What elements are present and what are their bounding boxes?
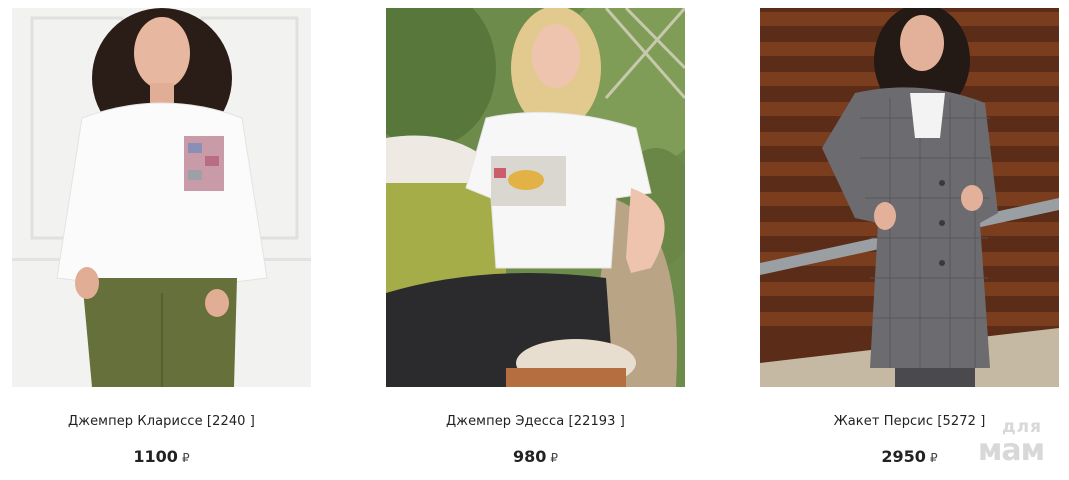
watermark-line-2: мам [977,433,1045,468]
price-value: 980 [512,447,547,466]
product-photo-3 [760,8,1059,387]
ruble-sign: ₽ [181,451,190,465]
price-value: 1100 [133,447,178,466]
product-card[interactable]: Джемпер Клариссе [2240 ] 1100 ₽ [12,8,311,468]
product-title[interactable]: Джемпер Клариссе [2240 ] [12,413,311,431]
watermark-logo: для мам [969,419,1053,466]
product-grid: Джемпер Клариссе [2240 ] 1100 ₽ Джемпер … [0,0,1069,480]
product-title[interactable]: Джемпер Эдесса [22193 ] [386,413,685,431]
product-photo-2 [386,8,685,387]
product-price: 1100 ₽ [12,446,311,468]
ruble-sign: ₽ [550,451,559,465]
product-card[interactable]: Джемпер Эдесса [22193 ] 980 ₽ [386,8,685,468]
product-image[interactable] [12,8,311,387]
product-image[interactable] [386,8,685,387]
product-photo-1 [12,8,311,387]
product-image[interactable] [760,8,1059,387]
price-value: 2950 [881,447,926,466]
product-price: 980 ₽ [386,446,685,468]
product-card[interactable]: Жакет Персис [5272 ] 2950 ₽ [760,8,1059,468]
ruble-sign: ₽ [929,451,938,465]
